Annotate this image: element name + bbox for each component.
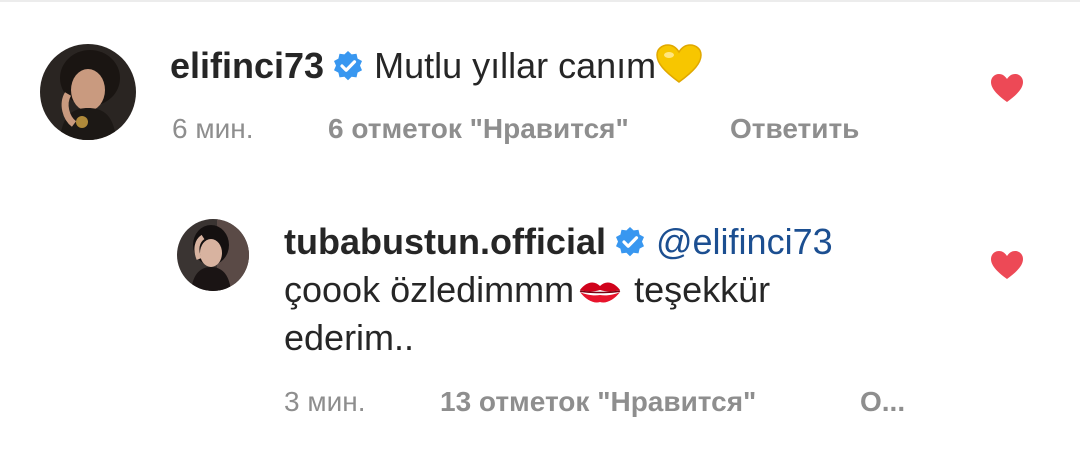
avatar-elifinci73[interactable] — [40, 44, 136, 140]
like-heart-icon[interactable] — [990, 73, 1024, 103]
mention-link[interactable]: @elifinci73 — [656, 221, 833, 262]
reply-username[interactable]: tubabustun.official — [284, 221, 606, 262]
reply-text-line-3: ederim.. — [284, 316, 414, 360]
comment-text-line: elifinci73 Mutlu yıllar canım — [170, 44, 702, 88]
comment-timestamp: 6 мин. — [172, 113, 254, 144]
reply-button-label: Ответить — [730, 113, 860, 144]
verified-badge-icon — [332, 50, 364, 82]
avatar-tubabustun-official[interactable] — [177, 219, 249, 291]
reply-reply-button-label: О... — [860, 386, 906, 417]
comment-likes-count[interactable]: 6 отметок "Нравится" — [328, 113, 629, 145]
reply-likes-count[interactable]: 13 отметок "Нравится" — [440, 386, 756, 418]
reply-text-line-2: çoook özledimmm teşekkür — [284, 268, 770, 312]
reply-likes-label: 13 отметок "Нравится" — [440, 386, 757, 417]
like-heart-icon[interactable] — [990, 250, 1024, 280]
reply-timestamp: 3 мин. — [284, 386, 366, 417]
kiss-mark-icon — [578, 278, 622, 308]
comment-body: Mutlu yıllar canım — [374, 45, 657, 86]
reply-text-line-1: tubabustun.official @elifinci73 — [284, 220, 833, 264]
reply-body-part-1: çoook özledimmm — [284, 269, 575, 310]
comment-username[interactable]: elifinci73 — [170, 45, 324, 86]
verified-badge-icon — [614, 226, 646, 258]
reply-reply-button[interactable]: О... — [860, 386, 905, 418]
top-divider — [0, 0, 1080, 2]
reply-body-part-3: ederim.. — [284, 317, 415, 358]
reply-body-part-2: teşekkür — [634, 269, 771, 310]
comment-likes-label: 6 отметок "Нравится" — [328, 113, 629, 144]
yellow-heart-icon — [656, 44, 702, 84]
reply-button[interactable]: Ответить — [730, 113, 859, 145]
